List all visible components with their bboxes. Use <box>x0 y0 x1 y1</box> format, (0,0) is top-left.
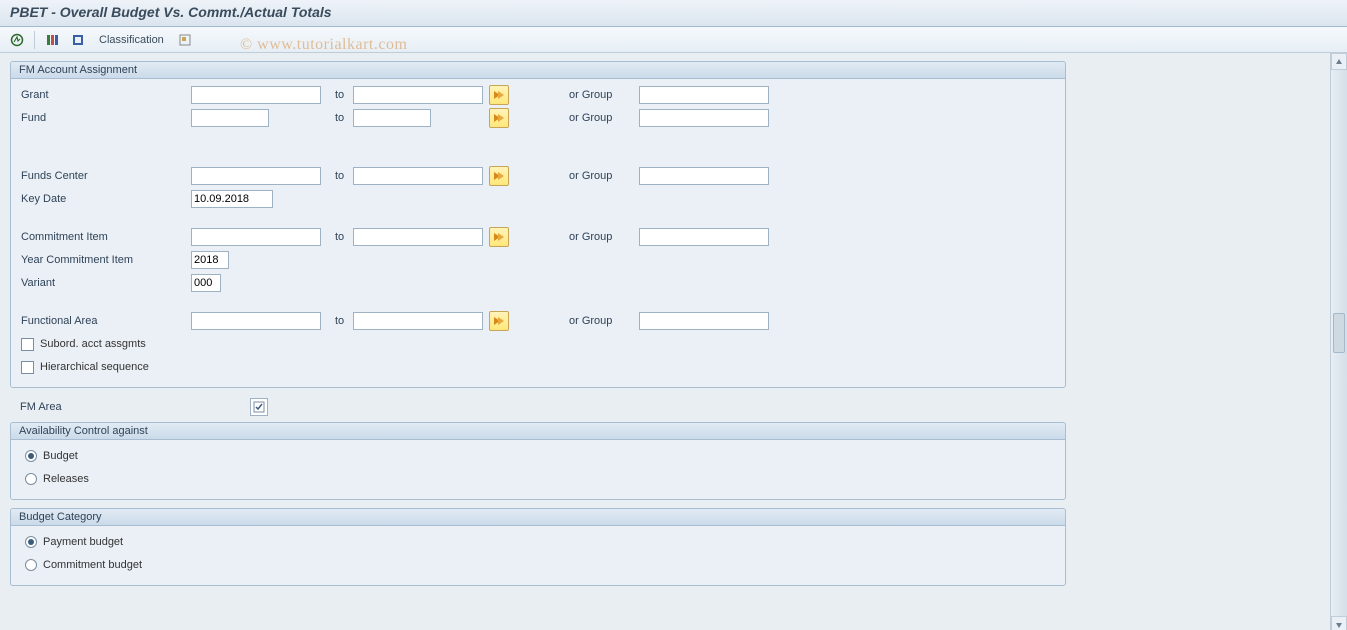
classification-button[interactable]: Classification <box>93 34 170 46</box>
fund-to-label: to <box>321 112 353 124</box>
fm-account-assignment-frame: FM Account Assignment Grant to or Group … <box>10 61 1066 388</box>
payment-budget-radio[interactable] <box>25 536 37 548</box>
payment-budget-radio-label: Payment budget <box>43 536 123 548</box>
functional-area-to-input[interactable] <box>353 312 483 330</box>
fund-to-input[interactable] <box>353 109 431 127</box>
deselect-all-icon[interactable] <box>67 30 89 50</box>
releases-radio[interactable] <box>25 473 37 485</box>
commitment-item-group-input[interactable] <box>639 228 769 246</box>
funds-center-to-input[interactable] <box>353 167 483 185</box>
funds-center-or-group-label: or Group <box>569 170 639 182</box>
funds-center-from-input[interactable] <box>191 167 321 185</box>
variant-input[interactable] <box>191 274 221 292</box>
scroll-thumb[interactable] <box>1333 313 1345 353</box>
fund-multiple-selection-icon[interactable] <box>489 108 509 128</box>
grant-label: Grant <box>21 89 191 101</box>
application-toolbar: Classification <box>0 27 1347 53</box>
commitment-item-label: Commitment Item <box>21 231 191 243</box>
commitment-budget-radio-label: Commitment budget <box>43 559 142 571</box>
commitment-budget-radio[interactable] <box>25 559 37 571</box>
year-commitment-item-input[interactable] <box>191 251 229 269</box>
availability-control-frame: Availability Control against Budget Rele… <box>10 422 1066 500</box>
variant-label: Variant <box>21 277 191 289</box>
subord-acct-assgmts-label: Subord. acct assgmts <box>40 338 146 350</box>
fund-from-input[interactable] <box>191 109 269 127</box>
grant-to-label: to <box>321 89 353 101</box>
commitment-item-from-input[interactable] <box>191 228 321 246</box>
fund-or-group-label: or Group <box>569 112 639 124</box>
grant-or-group-label: or Group <box>569 89 639 101</box>
grant-to-input[interactable] <box>353 86 483 104</box>
dynamic-selections-icon[interactable] <box>174 30 196 50</box>
fund-label: Fund <box>21 112 191 124</box>
budget-category-frame: Budget Category Payment budget Commitmen… <box>10 508 1066 586</box>
funds-center-multiple-selection-icon[interactable] <box>489 166 509 186</box>
fm-area-label: FM Area <box>20 401 250 413</box>
subord-acct-assgmts-checkbox[interactable] <box>21 338 34 351</box>
commitment-item-multiple-selection-icon[interactable] <box>489 227 509 247</box>
commitment-item-or-group-label: or Group <box>569 231 639 243</box>
fm-area-search-help-icon[interactable] <box>250 398 268 416</box>
functional-area-to-label: to <box>321 315 353 327</box>
hierarchical-sequence-checkbox[interactable] <box>21 361 34 374</box>
scroll-down-icon[interactable] <box>1331 616 1347 630</box>
grant-multiple-selection-icon[interactable] <box>489 85 509 105</box>
vertical-scrollbar[interactable] <box>1330 53 1347 630</box>
hierarchical-sequence-label: Hierarchical sequence <box>40 361 149 373</box>
functional-area-label: Functional Area <box>21 315 191 327</box>
year-commitment-item-label: Year Commitment Item <box>21 254 191 266</box>
page-title: PBET - Overall Budget Vs. Commt./Actual … <box>0 0 1347 27</box>
availability-control-title: Availability Control against <box>11 423 1065 440</box>
commitment-item-to-label: to <box>321 231 353 243</box>
functional-area-multiple-selection-icon[interactable] <box>489 311 509 331</box>
budget-radio[interactable] <box>25 450 37 462</box>
commitment-item-to-input[interactable] <box>353 228 483 246</box>
key-date-input[interactable] <box>191 190 273 208</box>
grant-group-input[interactable] <box>639 86 769 104</box>
functional-area-or-group-label: or Group <box>569 315 639 327</box>
releases-radio-label: Releases <box>43 473 89 485</box>
funds-center-group-input[interactable] <box>639 167 769 185</box>
fm-account-assignment-title: FM Account Assignment <box>11 62 1065 79</box>
scroll-up-icon[interactable] <box>1331 53 1347 70</box>
functional-area-group-input[interactable] <box>639 312 769 330</box>
select-all-icon[interactable] <box>41 30 63 50</box>
budget-category-title: Budget Category <box>11 509 1065 526</box>
budget-radio-label: Budget <box>43 450 78 462</box>
functional-area-from-input[interactable] <box>191 312 321 330</box>
grant-from-input[interactable] <box>191 86 321 104</box>
funds-center-to-label: to <box>321 170 353 182</box>
fund-group-input[interactable] <box>639 109 769 127</box>
key-date-label: Key Date <box>21 193 191 205</box>
funds-center-label: Funds Center <box>21 170 191 182</box>
execute-icon[interactable] <box>6 30 28 50</box>
